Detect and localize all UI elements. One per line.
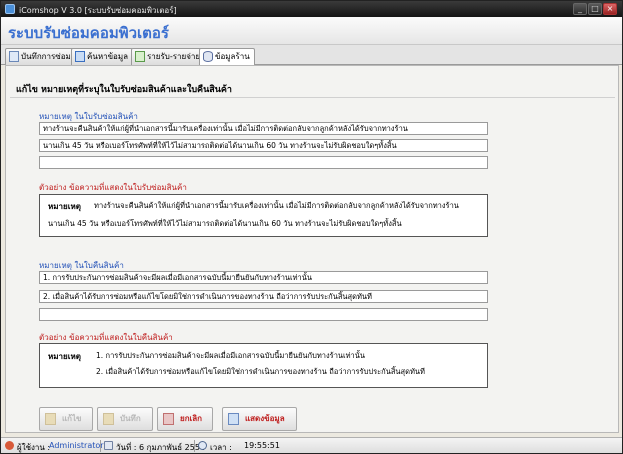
time-label: เวลา : bbox=[210, 443, 232, 452]
close-button[interactable]: × bbox=[603, 3, 617, 15]
minimize-button[interactable]: _ bbox=[573, 3, 587, 15]
user-icon bbox=[5, 441, 14, 450]
repair-preview-label: ตัวอย่าง ข้อความที่แสดงในใบรับซ่อมสินค้า bbox=[39, 183, 187, 192]
window-title: iComshop V 3.0 [ระบบรับซ่อมคอมพิวเตอร์] bbox=[19, 6, 177, 15]
section-title: แก้ไข หมายเหตุที่ระบุในใบรับซ่อมสินค้าแล… bbox=[16, 85, 232, 95]
user-label: ผู้ใช้งาน : bbox=[17, 443, 51, 452]
app-header: ระบบรับซ่อมคอมพิวเตอร์ bbox=[1, 17, 622, 45]
save-button[interactable]: บันทึก bbox=[97, 407, 153, 431]
edit-icon bbox=[45, 413, 56, 425]
app-heading: ระบบรับซ่อมคอมพิวเตอร์ bbox=[8, 24, 169, 42]
return-note-line-3[interactable] bbox=[39, 308, 488, 321]
tab-income-expense[interactable]: รายรับ-รายจ่าย bbox=[131, 48, 206, 65]
user-name: Administrator bbox=[49, 441, 104, 450]
repair-note-line-2[interactable]: นานเกิน 45 วัน หรือเบอร์โทรศัพท์ที่ให้ไว… bbox=[39, 139, 488, 152]
maximize-button[interactable]: □ bbox=[588, 3, 602, 15]
tab-label: บันทึกการซ่อม bbox=[21, 52, 71, 61]
time-value: 19:55:51 bbox=[244, 441, 280, 450]
repair-note-line-3[interactable] bbox=[39, 156, 488, 169]
return-preview-box: หมายเหตุ 1. การรับประกันการซ่อมสินค้าจะม… bbox=[39, 343, 488, 388]
tab-label: รายรับ-รายจ่าย bbox=[147, 52, 201, 61]
tab-label: ข้อมูลร้าน bbox=[215, 52, 250, 61]
show-data-button[interactable]: แสดงข้อมูล bbox=[222, 407, 297, 431]
search-icon bbox=[75, 51, 85, 62]
app-icon bbox=[5, 4, 15, 14]
tab-search[interactable]: ค้นหาข้อมูล bbox=[71, 48, 134, 65]
title-bar[interactable]: iComshop V 3.0 [ระบบรับซ่อมคอมพิวเตอร์] … bbox=[1, 1, 622, 17]
tab-shop-info[interactable]: ข้อมูลร้าน bbox=[199, 48, 255, 66]
repair-preview-line-2: นานเกิน 45 วัน หรือเบอร์โทรศัพท์ที่ให้ไว… bbox=[48, 219, 402, 228]
repair-preview-line-1: ทางร้านจะคืนสินค้าให้แก่ผู้ที่นำเอกสารนี… bbox=[94, 201, 459, 210]
repair-preview-box: หมายเหตุ ทางร้านจะคืนสินค้าให้แก่ผู้ที่น… bbox=[39, 194, 488, 237]
tab-bar: บันทึกการซ่อม ค้นหาข้อมูล รายรับ-รายจ่าย… bbox=[1, 45, 622, 66]
return-preview-line-1: 1. การรับประกันการซ่อมสินค้าจะมีผลเมื่อม… bbox=[96, 351, 366, 360]
status-bar: ผู้ใช้งาน : Administrator วันที่ : 6 กุม… bbox=[1, 437, 622, 453]
tab-label: ค้นหาข้อมูล bbox=[87, 52, 129, 61]
ledger-icon bbox=[135, 51, 145, 62]
save-icon bbox=[103, 413, 114, 425]
cancel-icon bbox=[163, 413, 174, 425]
database-icon bbox=[203, 51, 213, 62]
clock-icon bbox=[198, 441, 207, 450]
shop-info-panel: แก้ไข หมายเหตุที่ระบุในใบรับซ่อมสินค้าแล… bbox=[5, 65, 619, 433]
display-icon bbox=[228, 413, 239, 425]
repair-note-line-1[interactable]: ทางร้านจะคืนสินค้าให้แก่ผู้ที่นำเอกสารนี… bbox=[39, 122, 488, 135]
cancel-button[interactable]: ยกเลิก bbox=[157, 407, 213, 431]
repair-preview-prefix: หมายเหตุ bbox=[48, 202, 81, 211]
document-icon bbox=[9, 51, 19, 62]
return-note-line-2[interactable]: 2. เมื่อสินค้าได้รับการซ่อมหรือแก้ไขโดยม… bbox=[39, 290, 488, 303]
status-divider bbox=[194, 440, 195, 452]
app-window: iComshop V 3.0 [ระบบรับซ่อมคอมพิวเตอร์] … bbox=[0, 0, 623, 454]
edit-button[interactable]: แก้ไข bbox=[39, 407, 93, 431]
tab-repair-record[interactable]: บันทึกการซ่อม bbox=[5, 48, 76, 65]
return-preview-prefix: หมายเหตุ bbox=[48, 352, 81, 361]
return-note-line-1[interactable]: 1. การรับประกันการซ่อมสินค้าจะมีผลเมื่อม… bbox=[39, 271, 488, 284]
status-divider bbox=[100, 440, 101, 452]
calendar-icon bbox=[104, 441, 113, 450]
date-label: วันที่ : bbox=[116, 443, 137, 452]
return-preview-line-2: 2. เมื่อสินค้าได้รับการซ่อมหรือแก้ไขโดยม… bbox=[96, 367, 425, 376]
date-value: 6 กุมภาพันธ์ 2554 bbox=[139, 443, 206, 452]
section-divider bbox=[10, 97, 615, 98]
